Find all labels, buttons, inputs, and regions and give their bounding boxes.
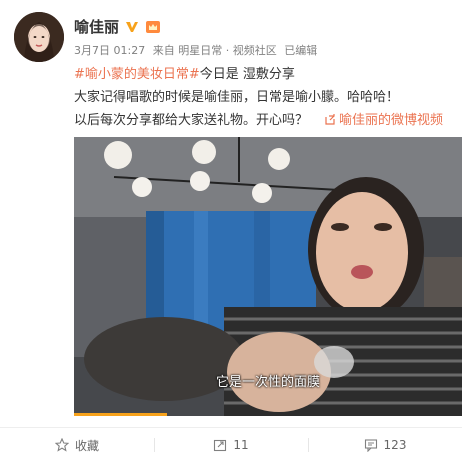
crown-icon[interactable]: [145, 20, 161, 34]
video-subtitle: 它是一次性的面膜: [215, 375, 320, 390]
topic-link[interactable]: #喻小蒙的美妆日常#: [74, 67, 200, 82]
avatar[interactable]: [14, 12, 64, 62]
post-date[interactable]: 3月7日 01:27: [74, 44, 145, 57]
comment-count: 123: [383, 438, 407, 452]
favorite-label: 收藏: [74, 438, 99, 453]
author-name[interactable]: 喻佳丽: [74, 16, 119, 37]
vip-icon[interactable]: [125, 20, 139, 34]
post-status: 已编辑: [284, 44, 318, 57]
repost-icon: [214, 439, 227, 452]
video-progress[interactable]: [74, 413, 168, 416]
post-line-3: 以后每次分享都给大家送礼物。开心吗？ 喻佳丽的微博视频: [74, 110, 462, 133]
comment-button[interactable]: 123: [308, 428, 462, 462]
post-text: #喻小蒙的美妆日常#今日是 湿敷分享 大家记得唱歌的时候是喻佳丽，日常是喻小朦。…: [74, 64, 462, 133]
favorite-button[interactable]: 收藏: [0, 428, 154, 462]
repost-button[interactable]: 11: [154, 428, 308, 462]
post-source[interactable]: 来自 明星日常 · 视频社区: [153, 44, 277, 57]
video-link-label: 喻佳丽的微博视频: [339, 113, 444, 128]
post-line-2: 大家记得唱歌的时候是喻佳丽，日常是喻小朦。哈哈哈！: [74, 90, 400, 105]
comment-icon: [364, 439, 377, 452]
repost-count: 11: [233, 438, 249, 452]
post-line-3-text: 以后每次分享都给大家送礼物。开心吗？: [74, 113, 309, 128]
link-icon: [325, 114, 335, 125]
action-bar: 收藏 11 123: [0, 428, 462, 462]
video-player[interactable]: 它是一次性的面膜: [74, 137, 462, 416]
video-link[interactable]: 喻佳丽的微博视频: [324, 113, 443, 128]
star-icon: [54, 438, 69, 452]
post-line-1: #喻小蒙的美妆日常#今日是 湿敷分享: [74, 64, 462, 87]
post-line-1-text: 今日是 湿敷分享: [199, 67, 295, 82]
post-meta: 3月7日 01:27 来自 明星日常 · 视频社区 已编辑: [74, 42, 321, 58]
